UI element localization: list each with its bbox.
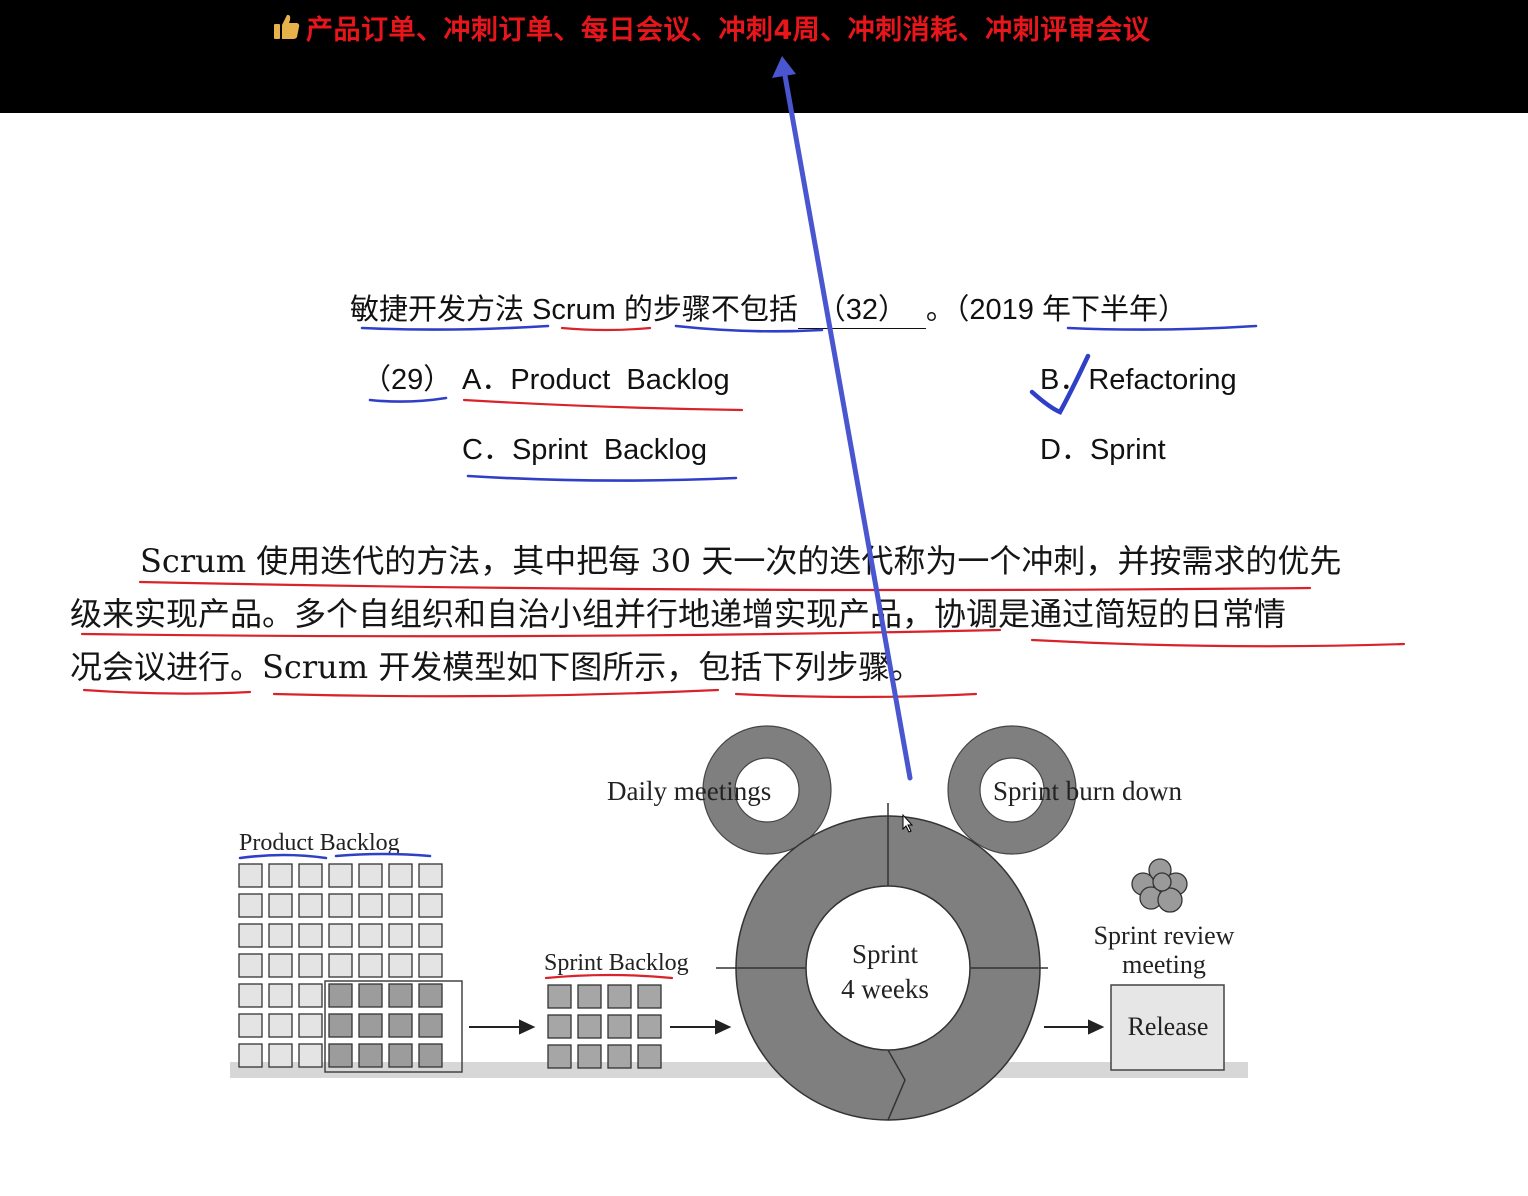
backlog-item: [268, 1043, 293, 1068]
scrum-diagram: Product Backlog Sprint Backlog Daily mee…: [80, 56, 1406, 1121]
backlog-item: [358, 1043, 383, 1068]
sprint-review-label: Sprint review: [1094, 921, 1235, 950]
backlog-item: [388, 893, 413, 918]
backlog-item: [268, 893, 293, 918]
backlog-item: [577, 1014, 602, 1039]
sprint-burn-down-label: Sprint burn down: [993, 776, 1183, 806]
backlog-item: [268, 983, 293, 1008]
check-mark-icon: [1029, 353, 1091, 415]
backlog-item: [238, 983, 263, 1008]
backlog-item: [358, 923, 383, 948]
backlog-item: [547, 984, 572, 1009]
backlog-item: [328, 923, 353, 948]
backlog-item: [298, 953, 323, 978]
backlog-item: [238, 1043, 263, 1068]
backlog-item: [637, 1044, 662, 1069]
backlog-item: [418, 1013, 443, 1038]
backlog-item: [388, 1013, 413, 1038]
backlog-item: [268, 863, 293, 888]
backlog-item: [388, 863, 413, 888]
backlog-item: [637, 1014, 662, 1039]
backlog-item: [298, 893, 323, 918]
backlog-item: [358, 983, 383, 1008]
backlog-item: [328, 983, 353, 1008]
backlog-item: [637, 984, 662, 1009]
backlog-item: [298, 863, 323, 888]
team-people-icon: [1131, 858, 1188, 913]
release-label: Release: [1128, 1012, 1209, 1041]
backlog-item: [238, 893, 263, 918]
backlog-item: [328, 1013, 353, 1038]
backlog-item: [268, 1013, 293, 1038]
backlog-item: [298, 923, 323, 948]
backlog-item: [388, 923, 413, 948]
backlog-item: [298, 1013, 323, 1038]
backlog-item: [388, 953, 413, 978]
backlog-item: [358, 893, 383, 918]
backlog-item: [238, 1013, 263, 1038]
backlog-item: [268, 953, 293, 978]
sprint-backlog-grid: [547, 984, 662, 1069]
backlog-item: [418, 953, 443, 978]
product-backlog-label: Product Backlog: [239, 830, 400, 856]
backlog-item: [238, 863, 263, 888]
backlog-item: [607, 1044, 632, 1069]
backlog-item: [298, 983, 323, 1008]
backlog-item: [238, 923, 263, 948]
backlog-item: [328, 953, 353, 978]
backlog-item: [418, 1043, 443, 1068]
backlog-item: [577, 984, 602, 1009]
backlog-item: [268, 923, 293, 948]
sprint-label: Sprint: [852, 939, 919, 969]
sprint-weeks-label: 4 weeks: [841, 974, 929, 1004]
backlog-item: [547, 1044, 572, 1069]
backlog-item: [328, 1043, 353, 1068]
backlog-item: [358, 953, 383, 978]
backlog-item: [418, 983, 443, 1008]
backlog-item: [418, 863, 443, 888]
backlog-item: [607, 1014, 632, 1039]
backlog-item: [388, 1043, 413, 1068]
product-backlog-grid: [238, 863, 443, 1068]
daily-meetings-label: Daily meetings: [607, 776, 771, 806]
backlog-item: [298, 1043, 323, 1068]
sprint-backlog-label: Sprint Backlog: [544, 950, 689, 976]
backlog-item: [388, 983, 413, 1008]
backlog-item: [418, 923, 443, 948]
backlog-item: [328, 863, 353, 888]
backlog-item: [607, 984, 632, 1009]
sprint-review-label-2: meeting: [1122, 950, 1206, 979]
backlog-item: [358, 863, 383, 888]
pointer-arrow: [772, 56, 913, 781]
backlog-item: [418, 893, 443, 918]
backlog-item: [577, 1044, 602, 1069]
backlog-item: [547, 1014, 572, 1039]
backlog-item: [358, 1013, 383, 1038]
backlog-item: [238, 953, 263, 978]
floor-strip: [230, 1062, 1248, 1078]
backlog-item: [328, 893, 353, 918]
